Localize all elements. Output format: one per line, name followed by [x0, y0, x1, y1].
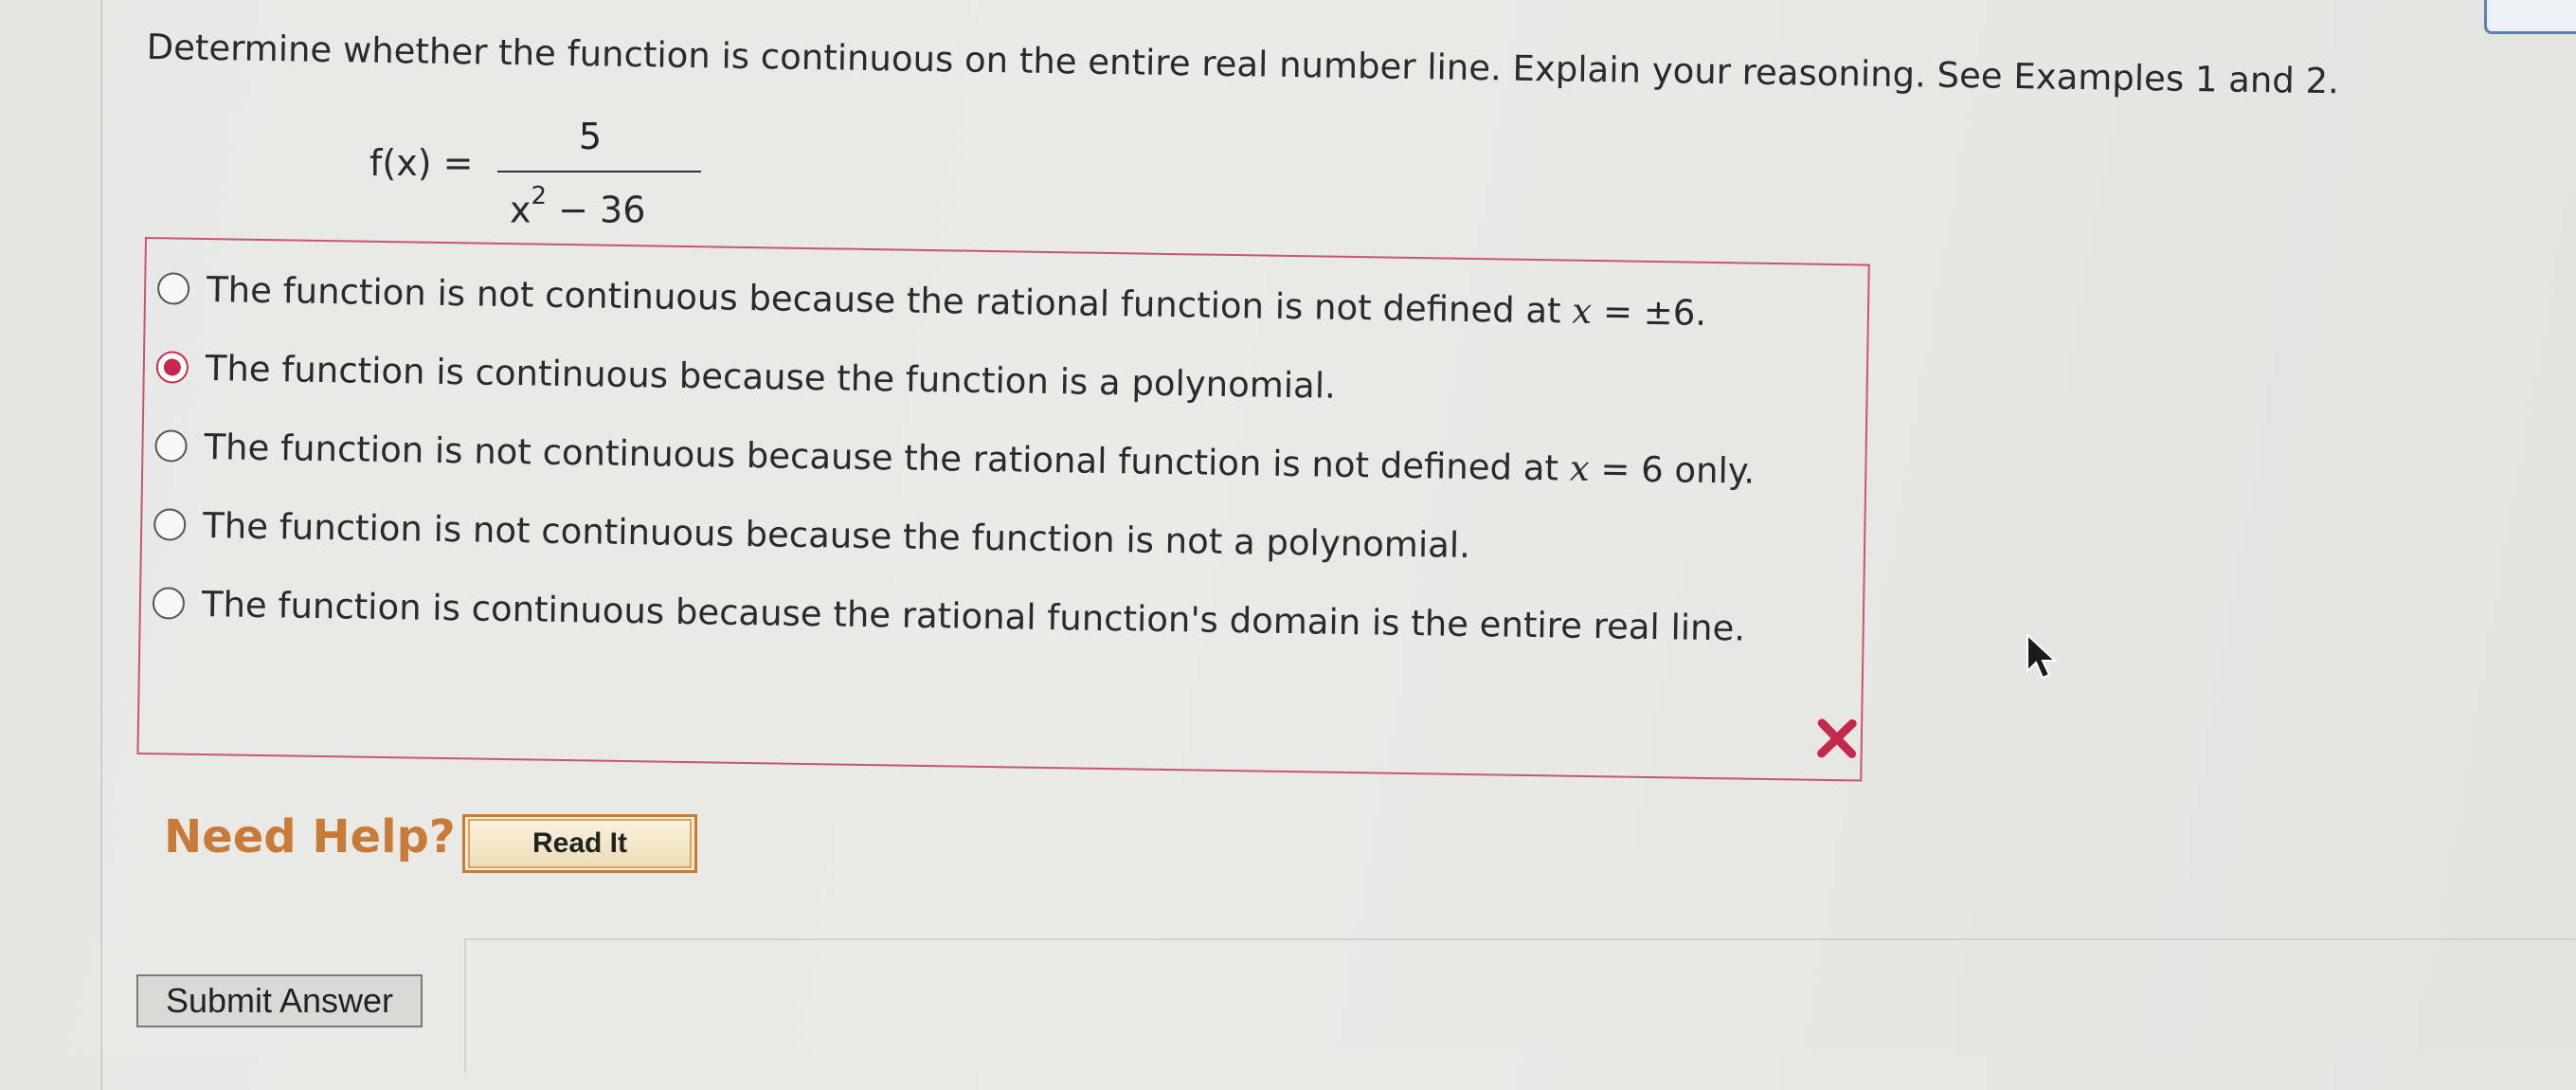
submit-answer-button[interactable]: Submit Answer — [136, 974, 423, 1027]
mouse-pointer-icon — [2027, 633, 2058, 680]
read-it-label: Read It — [468, 819, 692, 868]
fraction-bar — [497, 171, 701, 173]
option-5[interactable]: The function is continuous because the r… — [152, 574, 1745, 656]
formula-lhs: f(x) = — [369, 142, 474, 184]
option-label: The function is continuous because the f… — [205, 347, 1337, 407]
option-label: The function is not continuous because t… — [206, 268, 1707, 334]
denominator-exponent: 2 — [531, 182, 548, 210]
option-label: The function is not continuous because t… — [204, 426, 1756, 492]
incorrect-x-icon — [1817, 718, 1857, 758]
option-4[interactable]: The function is not continuous because t… — [153, 496, 1471, 573]
option-label: The function is not continuous because t… — [202, 504, 1471, 566]
option-label: The function is continuous because the r… — [201, 583, 1746, 649]
radio-button[interactable] — [153, 508, 187, 541]
read-it-button[interactable]: Read It — [462, 814, 697, 873]
option-2[interactable]: The function is continuous because the f… — [155, 338, 1336, 414]
denominator-base: x — [510, 189, 531, 231]
answer-choices-box: The function is not continuous because t… — [136, 237, 1870, 782]
radio-button[interactable] — [154, 429, 188, 463]
denominator-rest: − 36 — [547, 189, 646, 231]
radio-button[interactable] — [156, 272, 190, 305]
formula-numerator: 5 — [578, 116, 603, 157]
need-help-label: Need Help? — [164, 810, 456, 863]
formula-denominator: x2 − 36 — [510, 182, 646, 231]
option-3[interactable]: The function is not continuous because t… — [154, 417, 1756, 500]
radio-button[interactable] — [152, 587, 186, 620]
radio-button-selected[interactable] — [155, 351, 189, 384]
top-tab-button[interactable] — [2484, 0, 2576, 34]
option-1[interactable]: The function is not continuous because t… — [156, 260, 1707, 341]
